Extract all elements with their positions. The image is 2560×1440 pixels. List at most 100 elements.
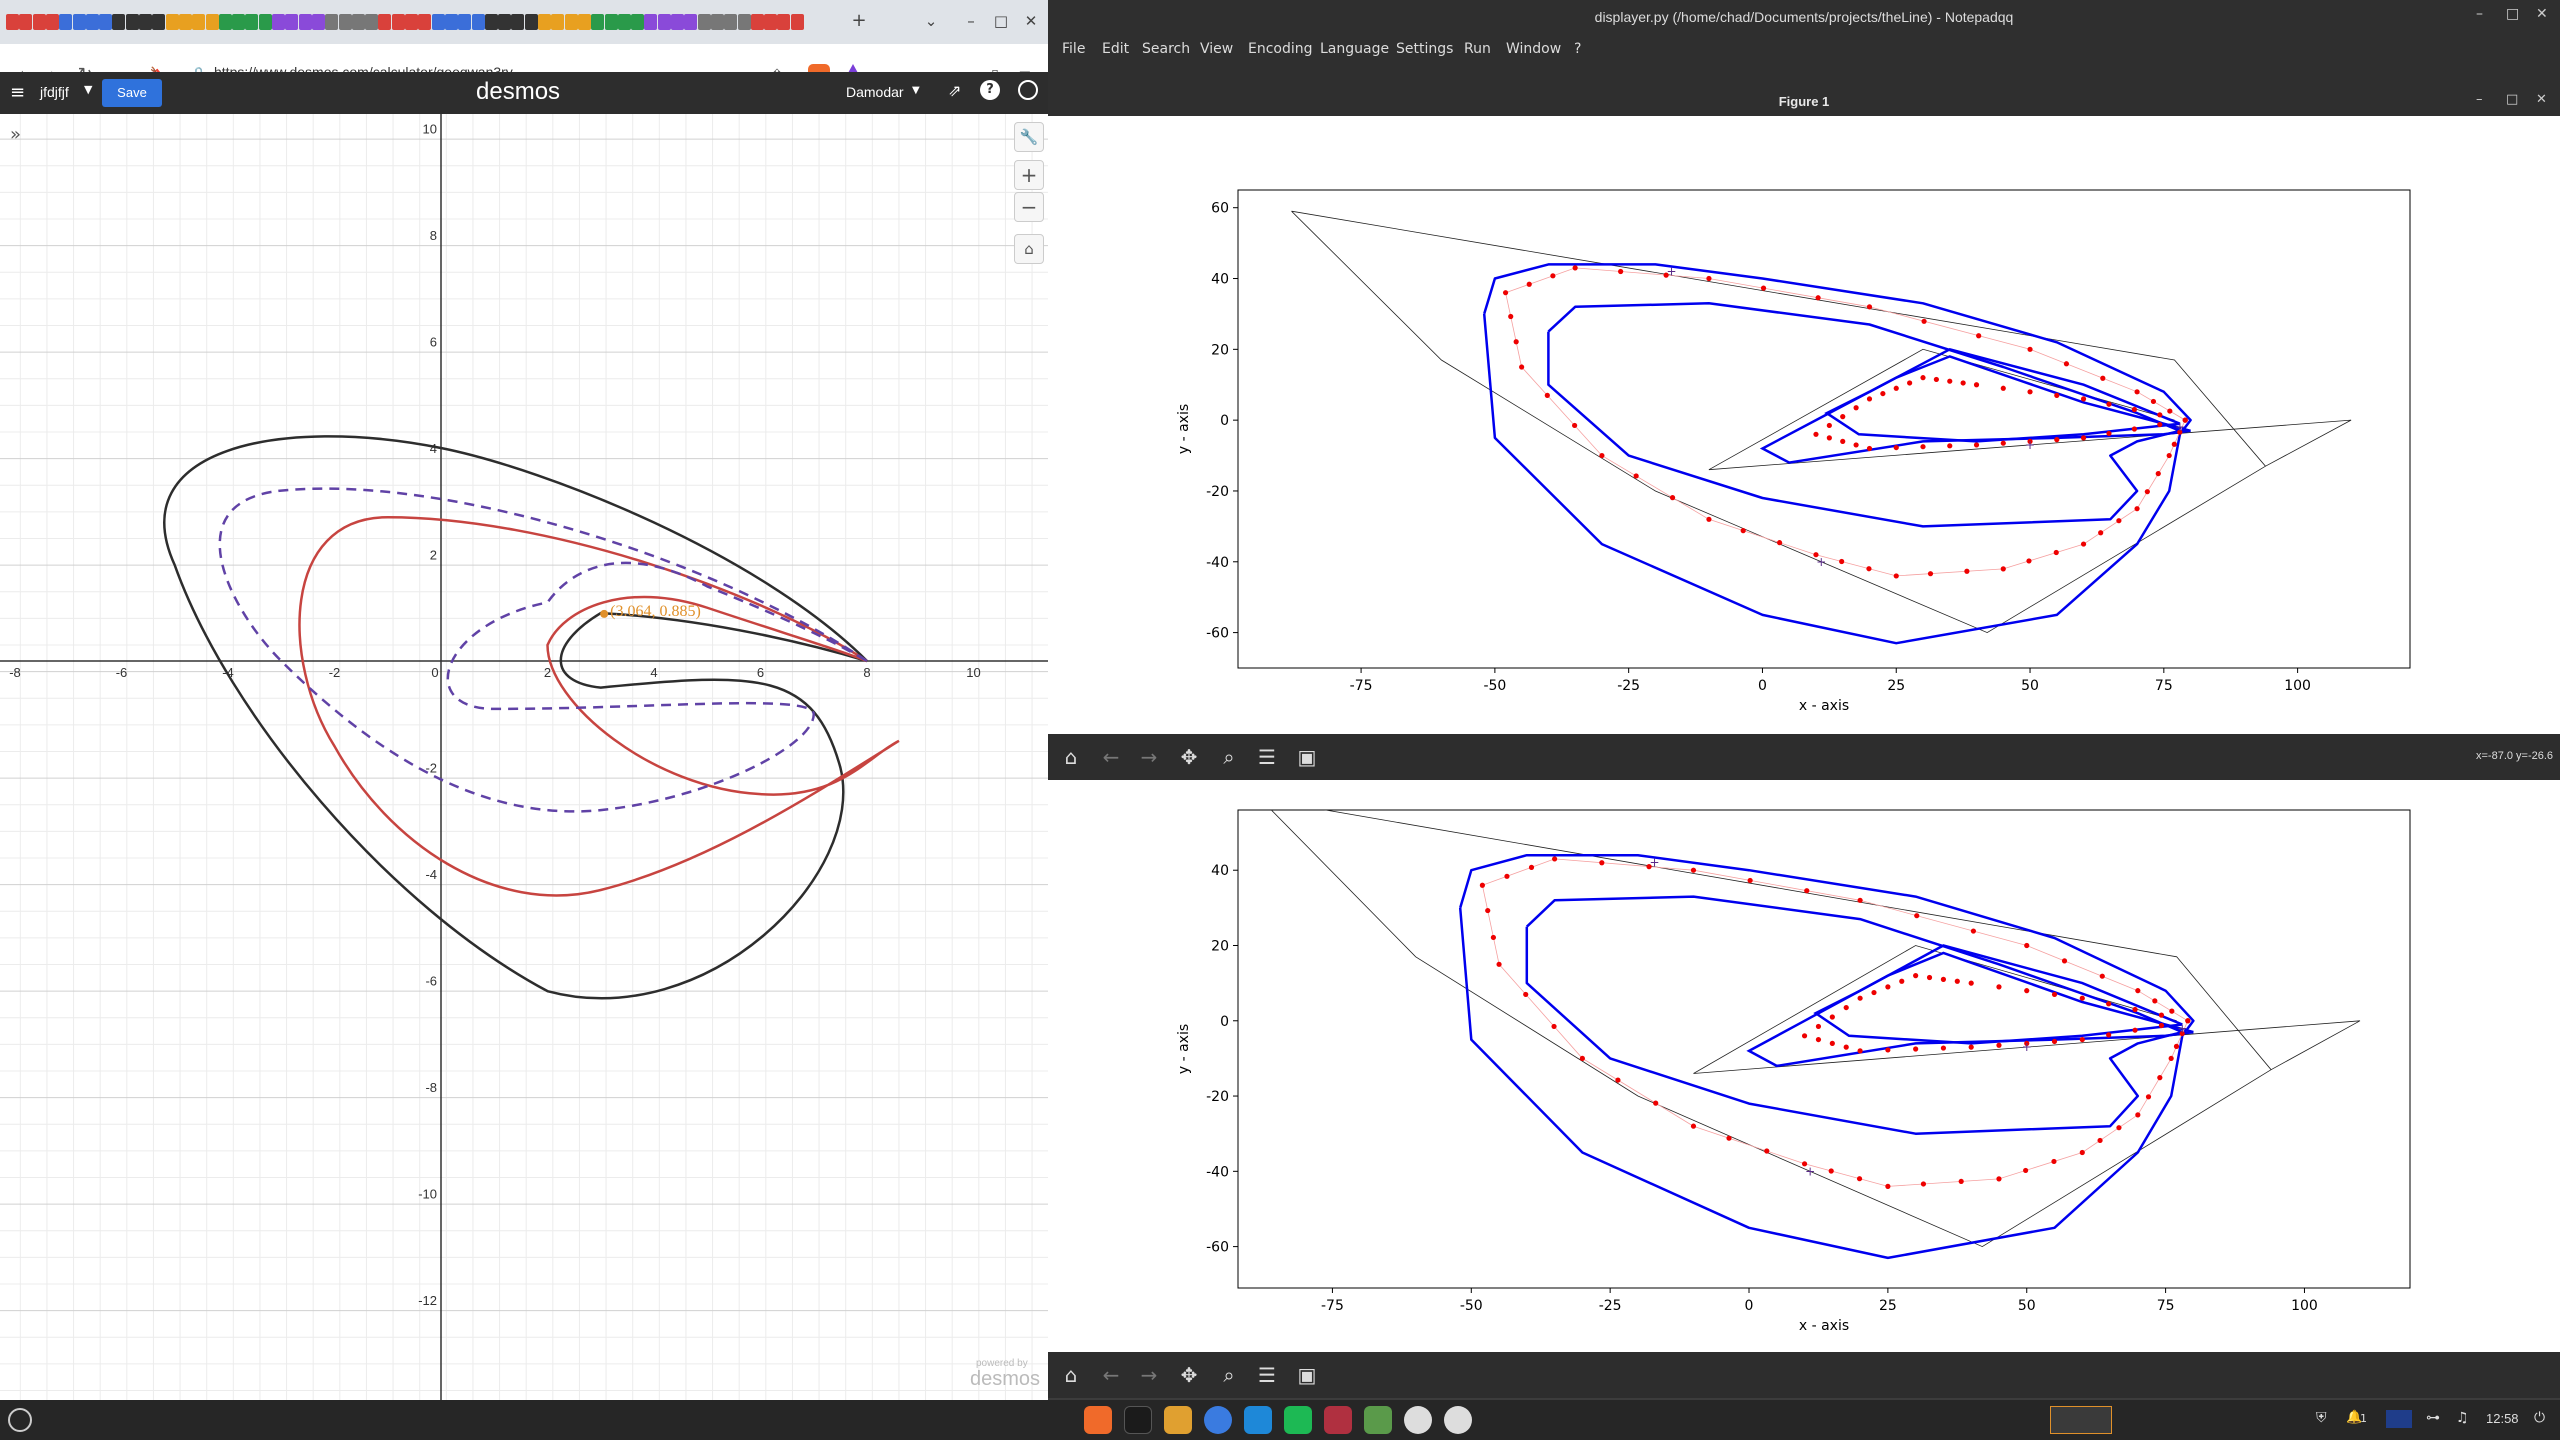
back-arrow-icon[interactable]: ← (1098, 1362, 1124, 1388)
tab-favicon[interactable] (232, 14, 246, 30)
zoom-out-button[interactable]: − (1014, 192, 1044, 222)
tab-favicon[interactable] (19, 14, 33, 30)
tab-favicon[interactable] (245, 14, 259, 30)
zoom-icon[interactable]: ⌕ (1216, 1362, 1242, 1388)
tab-favicon[interactable] (205, 14, 219, 30)
signal-icon[interactable] (1204, 1406, 1232, 1434)
vm-icon[interactable] (1324, 1406, 1352, 1434)
tab-favicon[interactable] (471, 14, 485, 30)
save-button[interactable]: Save (102, 79, 162, 107)
zoom-icon[interactable]: ⌕ (1216, 744, 1242, 770)
tab-favicon[interactable] (378, 14, 392, 30)
home-icon[interactable]: ⌂ (1058, 744, 1084, 770)
tab-favicon[interactable] (112, 14, 126, 30)
user-menu[interactable]: Damodar (846, 84, 904, 100)
tab-favicon[interactable] (152, 14, 166, 30)
python-figure-icon-2[interactable] (1444, 1406, 1472, 1434)
tab-favicon[interactable] (272, 14, 285, 30)
tab-favicon[interactable] (551, 14, 565, 30)
configure-icon[interactable]: ☰ (1254, 1362, 1280, 1388)
tab-favicon[interactable] (591, 14, 605, 30)
tab-favicon[interactable] (684, 14, 698, 30)
menu-file[interactable]: File (1062, 41, 1085, 57)
tab-favicon[interactable] (72, 14, 86, 30)
tab-favicon[interactable] (577, 14, 591, 30)
pan-icon[interactable]: ✥ (1176, 1362, 1202, 1388)
tab-favicon[interactable] (764, 14, 778, 30)
menu-search[interactable]: Search (1142, 41, 1190, 57)
tab-favicon[interactable] (617, 14, 631, 30)
tab-favicon[interactable] (777, 14, 791, 30)
tab-favicon[interactable] (351, 14, 365, 30)
tab-list-icon[interactable]: ⌄ (920, 10, 942, 32)
tab-favicon[interactable] (511, 14, 525, 30)
minimize-icon[interactable]: – (960, 10, 982, 32)
tab-favicon[interactable] (405, 14, 418, 30)
menu-settings[interactable]: Settings (1396, 41, 1453, 57)
expand-panel-icon[interactable]: » (10, 124, 21, 145)
hamburger-icon[interactable]: ≡ (10, 82, 25, 103)
tab-favicon[interactable] (418, 14, 432, 30)
tab-favicon[interactable] (657, 14, 671, 30)
tab-favicon[interactable] (59, 14, 73, 30)
volume-icon[interactable]: ♫ (2456, 1410, 2469, 1426)
menu-help[interactable]: ? (1574, 41, 1581, 57)
tab-favicon[interactable] (697, 14, 711, 30)
tab-favicon[interactable] (631, 14, 645, 30)
tab-favicon[interactable] (431, 14, 445, 30)
tab-favicon[interactable] (524, 14, 538, 30)
chevron-down-icon[interactable]: ▼ (84, 83, 92, 96)
tab-favicon[interactable] (218, 14, 232, 30)
tab-favicon[interactable] (604, 14, 618, 30)
wrench-icon[interactable]: 🔧 (1014, 122, 1044, 152)
tab-favicon[interactable] (750, 14, 764, 30)
menu-encoding[interactable]: Encoding (1248, 41, 1313, 57)
zoom-in-button[interactable]: + (1014, 160, 1044, 190)
forward-arrow-icon[interactable]: → (1136, 1362, 1162, 1388)
vscode-icon[interactable] (1244, 1406, 1272, 1434)
tab-favicon[interactable] (444, 14, 458, 30)
pan-icon[interactable]: ✥ (1176, 744, 1202, 770)
tab-favicon[interactable] (178, 14, 192, 30)
tab-favicon[interactable] (737, 14, 751, 30)
maximize-icon[interactable]: □ (2506, 6, 2519, 22)
network-icon[interactable]: ⊶ (2426, 1410, 2440, 1426)
tab-favicon[interactable] (298, 14, 312, 30)
tab-favicon[interactable] (644, 14, 658, 30)
tab-favicon[interactable] (365, 14, 379, 30)
configure-icon[interactable]: ☰ (1254, 744, 1280, 770)
tab-favicon[interactable] (484, 14, 498, 30)
terminal-icon[interactable] (1124, 1406, 1152, 1434)
spotify-icon[interactable] (1284, 1406, 1312, 1434)
tab-favicon[interactable] (125, 14, 139, 30)
tab-favicon[interactable] (391, 14, 405, 30)
desmos-graph-canvas[interactable]: -8-6-4-20246810108642-2-4-6-8-10-12-14(3… (0, 114, 1048, 1400)
maximize-icon[interactable]: □ (2506, 92, 2518, 107)
uk-flag-icon[interactable] (2386, 1410, 2412, 1428)
globe-icon[interactable] (1018, 80, 1038, 100)
files-icon[interactable] (1164, 1406, 1192, 1434)
tab-favicon[interactable] (85, 14, 99, 30)
notepadqq-icon[interactable] (1364, 1406, 1392, 1434)
tab-favicon[interactable] (139, 14, 152, 30)
menu-language[interactable]: Language (1320, 41, 1389, 57)
menu-edit[interactable]: Edit (1102, 41, 1129, 57)
tab-favicon[interactable] (165, 14, 179, 30)
tab-favicon[interactable] (564, 14, 578, 30)
start-menu-icon[interactable] (8, 1408, 32, 1432)
minimize-icon[interactable]: – (2476, 92, 2483, 107)
power-icon[interactable]: ⏻ (2534, 1410, 2545, 1426)
brave-icon[interactable] (1084, 1406, 1112, 1434)
tab-favicon[interactable] (338, 14, 352, 30)
tab-favicon[interactable] (192, 14, 206, 30)
graph-title[interactable]: jfdjfjf (40, 84, 69, 100)
editor-toolbar[interactable] (1048, 62, 2560, 86)
tab-favicon[interactable] (311, 14, 325, 30)
tab-favicon[interactable] (538, 14, 551, 30)
save-icon[interactable]: ▣ (1294, 1362, 1320, 1388)
desmos-graph[interactable]: -8-6-4-20246810108642-2-4-6-8-10-12-14(3… (0, 114, 1048, 1400)
home-button[interactable]: ⌂ (1014, 234, 1044, 264)
tab-favicon[interactable] (790, 14, 804, 30)
menu-view[interactable]: View (1200, 41, 1233, 57)
maximize-icon[interactable]: □ (990, 10, 1012, 32)
